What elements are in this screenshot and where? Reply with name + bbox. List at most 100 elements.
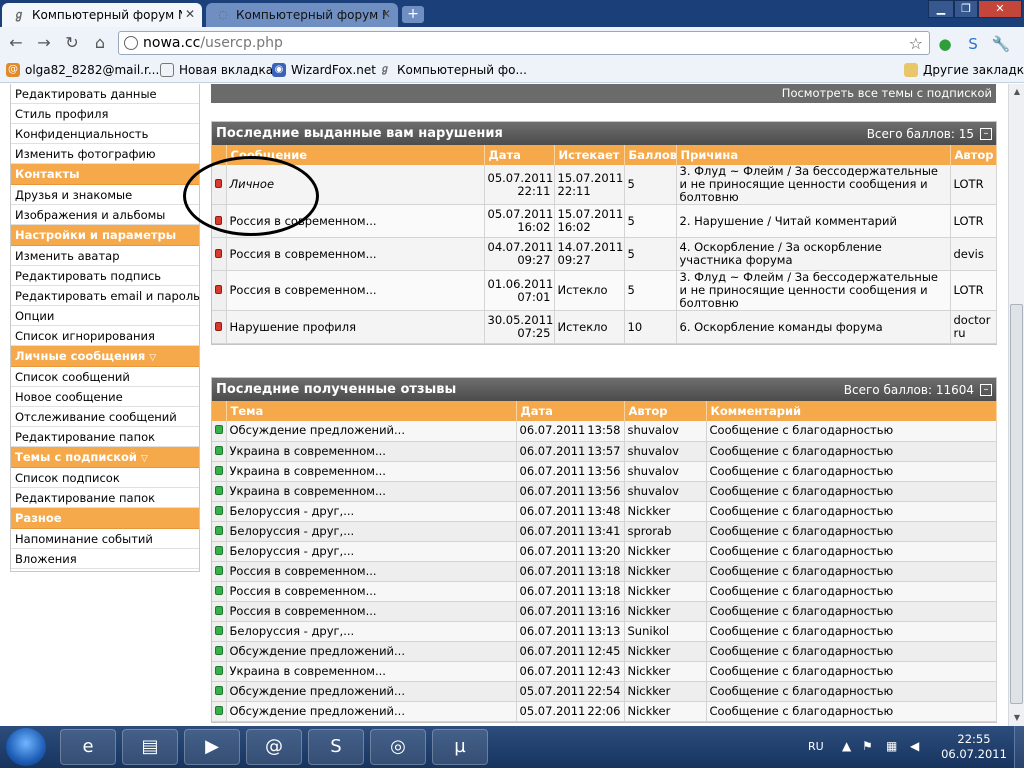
sidebar-group-header[interactable]: Темы с подпиской ▽ <box>11 447 199 468</box>
violation-message[interactable]: Россия в современном... <box>226 270 485 311</box>
collapse-icon[interactable]: – <box>980 127 992 140</box>
sidebar-group-header[interactable]: Разное <box>11 508 199 529</box>
tab-active[interactable]: ℊ Компьютерный форум No ✕ <box>2 3 202 27</box>
sidebar-item[interactable]: Редактировать email и пароль <box>11 286 200 306</box>
violation-author[interactable]: LOTR <box>950 270 997 311</box>
sidebar-item[interactable]: Изменить фотографию <box>11 144 199 164</box>
bookmark-mail[interactable]: @ olga82_8282@mail.r... <box>6 63 159 77</box>
minimize-button[interactable]: ▁ <box>928 0 954 18</box>
explorer-folder-icon[interactable]: ▤ <box>122 729 178 765</box>
mail-agent-icon[interactable]: @ <box>246 729 302 765</box>
sidebar-item[interactable]: Изменить аватар <box>11 246 199 266</box>
feedback-topic[interactable]: Россия в современном... <box>226 561 517 582</box>
violation-author[interactable]: LOTR <box>950 165 997 205</box>
feedback-author[interactable]: Nickker <box>624 501 707 522</box>
dropdown-triangle-icon[interactable]: ▽ <box>141 449 148 470</box>
feedback-topic[interactable]: Украина в современном... <box>226 481 517 502</box>
sidebar-item[interactable]: Редактировать данные <box>11 84 199 104</box>
feedback-topic[interactable]: Белоруссия - друг,... <box>226 501 517 522</box>
feedback-topic[interactable]: Белоруссия - друг,... <box>226 541 517 562</box>
violation-author[interactable]: doctor ru <box>950 310 997 344</box>
utorrent-icon[interactable]: µ <box>432 729 488 765</box>
skype-icon[interactable]: S <box>308 729 364 765</box>
feedback-topic[interactable]: Обсуждение предложений... <box>226 681 517 702</box>
scroll-thumb[interactable] <box>1010 304 1023 704</box>
feedback-author[interactable]: Nickker <box>624 681 707 702</box>
collapse-icon[interactable]: – <box>980 383 992 396</box>
back-arrow-icon[interactable]: ← <box>6 34 26 52</box>
network-icon[interactable]: ▦ <box>886 739 897 753</box>
mushroom-extension-icon[interactable]: ● <box>935 34 955 54</box>
violation-message[interactable]: Нарушение профиля <box>226 310 485 344</box>
maximize-button[interactable]: ❐ <box>954 0 978 18</box>
sidebar-item[interactable]: Напоминание событий <box>11 529 199 549</box>
feedback-topic[interactable]: Украина в современном... <box>226 461 517 482</box>
sidebar-group-header[interactable]: Личные сообщения ▽ <box>11 346 199 367</box>
system-clock[interactable]: 22:55 06.07.2011 <box>936 732 1012 762</box>
sidebar-item[interactable]: Редактирование папок <box>11 427 199 447</box>
sidebar-item[interactable]: Конфиденциальность <box>11 124 199 144</box>
sidebar-item[interactable]: Изображения и альбомы <box>11 205 199 225</box>
sidebar-item[interactable]: Редактировать подпись <box>11 266 199 286</box>
chrome-icon[interactable]: ◎ <box>370 729 426 765</box>
bookmark-forum[interactable]: ℊ Компьютерный фо... <box>378 63 527 77</box>
feedback-author[interactable]: Nickker <box>624 561 707 582</box>
feedback-author[interactable]: sprorab <box>624 521 707 542</box>
show-desktop-button[interactable] <box>1014 726 1024 768</box>
bookmark-wizardfox[interactable]: ◉ WizardFox.net <box>272 63 376 77</box>
address-bar[interactable]: nowa.cc/usercp.php ☆ <box>118 31 930 55</box>
scroll-down-icon[interactable]: ▼ <box>1009 710 1024 726</box>
violation-message[interactable]: Россия в современном... <box>226 237 485 271</box>
sidebar-item[interactable]: Список игнорирования <box>11 326 199 346</box>
feedback-topic[interactable]: Белоруссия - друг,... <box>226 621 517 642</box>
feedback-author[interactable]: Sunikol <box>624 621 707 642</box>
sidebar-item[interactable]: Вложения <box>11 549 199 569</box>
internet-explorer-icon[interactable]: e <box>60 729 116 765</box>
bookmark-newtab[interactable]: Новая вкладка <box>160 63 273 77</box>
tab-inactive[interactable]: ◌ Компьютерный форум No ✕ <box>206 3 398 27</box>
sidebar-item[interactable]: Список подписок <box>11 468 199 488</box>
dropdown-triangle-icon[interactable]: ▽ <box>149 348 156 369</box>
feedback-topic[interactable]: Россия в современном... <box>226 581 517 602</box>
feedback-topic[interactable]: Украина в современном... <box>226 441 517 462</box>
feedback-author[interactable]: shuvalov <box>624 421 707 442</box>
tab-close-icon[interactable]: ✕ <box>185 7 195 21</box>
violation-author[interactable]: LOTR <box>950 204 997 238</box>
feedback-author[interactable]: Nickker <box>624 581 707 602</box>
sidebar-item[interactable]: Стиль профиля <box>11 104 199 124</box>
view-all-subscriptions-link[interactable]: Посмотреть все темы с подпиской <box>211 84 996 103</box>
other-bookmarks[interactable]: Другие закладки <box>904 63 1024 77</box>
feedback-topic[interactable]: Белоруссия - друг,... <box>226 521 517 542</box>
feedback-topic[interactable]: Обсуждение предложений... <box>226 421 517 442</box>
sidebar-group-header[interactable]: Контакты <box>11 164 199 185</box>
language-indicator[interactable]: RU <box>808 740 824 753</box>
sidebar-item[interactable]: Отслеживание сообщений <box>11 407 199 427</box>
home-icon[interactable]: ⌂ <box>90 34 110 52</box>
feedback-author[interactable]: Nickker <box>624 701 707 722</box>
sidebar-item[interactable]: Друзья и знакомые <box>11 185 199 205</box>
wrench-menu-icon[interactable]: 🔧 <box>991 34 1011 54</box>
skype-extension-icon[interactable]: S <box>963 34 983 54</box>
scroll-up-icon[interactable]: ▲ <box>1009 84 1024 100</box>
tray-expand-icon[interactable]: ▲ <box>842 739 851 753</box>
feedback-author[interactable]: shuvalov <box>624 441 707 462</box>
bookmark-star-icon[interactable]: ☆ <box>909 33 923 55</box>
sidebar-item[interactable]: Новое сообщение <box>11 387 199 407</box>
media-player-icon[interactable]: ▶ <box>184 729 240 765</box>
feedback-author[interactable]: shuvalov <box>624 481 707 502</box>
tray-flag-icon[interactable]: ⚑ <box>862 739 873 753</box>
feedback-author[interactable]: Nickker <box>624 601 707 622</box>
reload-icon[interactable]: ↻ <box>62 34 82 52</box>
violation-author[interactable]: devis <box>950 237 997 271</box>
feedback-topic[interactable]: Обсуждение предложений... <box>226 641 517 662</box>
feedback-topic[interactable]: Россия в современном... <box>226 601 517 622</box>
feedback-author[interactable]: Nickker <box>624 661 707 682</box>
feedback-topic[interactable]: Украина в современном... <box>226 661 517 682</box>
sidebar-item[interactable]: Опции <box>11 306 199 326</box>
sidebar-group-header[interactable]: Настройки и параметры <box>11 225 199 246</box>
vertical-scrollbar[interactable]: ▲ ▼ <box>1008 84 1024 726</box>
new-tab-button[interactable]: + <box>402 6 424 23</box>
feedback-author[interactable]: shuvalov <box>624 461 707 482</box>
volume-icon[interactable]: ◀ <box>910 739 919 753</box>
feedback-topic[interactable]: Обсуждение предложений... <box>226 701 517 722</box>
